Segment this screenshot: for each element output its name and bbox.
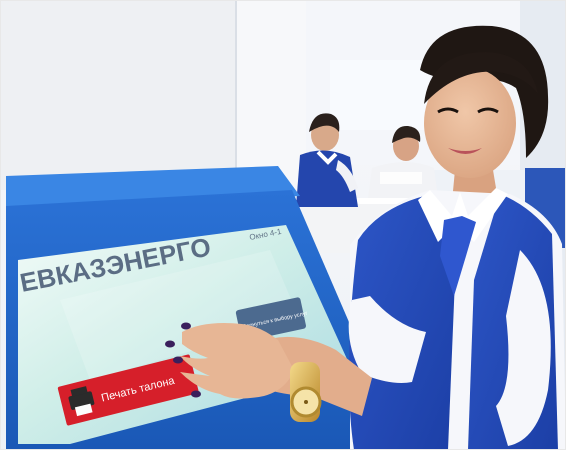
office-photo: ЕВКАЗЭНЕРГО Окно 4-1 Вернуться к выбору … (0, 0, 566, 450)
wristwatch (290, 362, 322, 422)
